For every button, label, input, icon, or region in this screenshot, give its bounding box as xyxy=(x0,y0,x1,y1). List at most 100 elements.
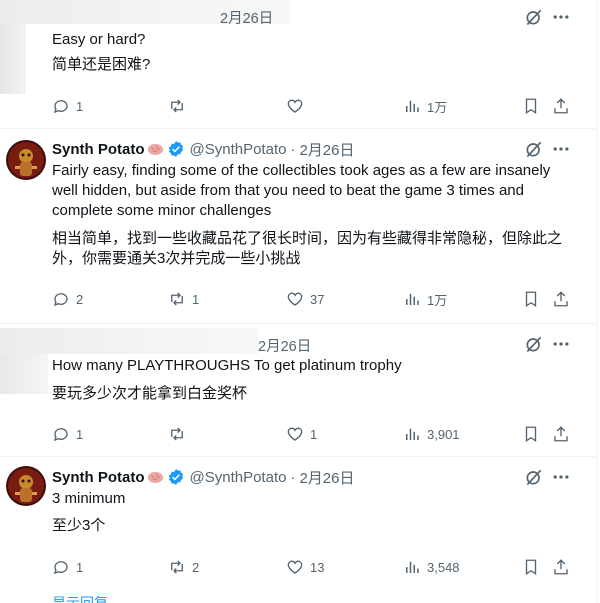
like-count: 1 xyxy=(310,426,318,442)
separator: · xyxy=(290,140,296,158)
post-actions: 1 1 3,901 xyxy=(50,424,575,444)
brain-emoji-icon xyxy=(147,471,163,483)
retweet-count: 2 xyxy=(192,559,200,575)
bookmark-icon xyxy=(525,98,537,115)
grok-slash-icon[interactable] xyxy=(524,139,544,159)
post-text-zh: 要玩多少次才能拿到白金奖杯 xyxy=(52,385,248,402)
avatar-image xyxy=(6,466,46,506)
share-icon xyxy=(554,559,568,575)
retweet-button[interactable] xyxy=(168,96,192,116)
retweet-icon xyxy=(171,560,183,574)
bookmark-button[interactable] xyxy=(522,557,540,577)
views-icon xyxy=(406,100,419,112)
retweet-count: 1 xyxy=(192,291,200,307)
avatar-image xyxy=(6,140,46,180)
verified-icon[interactable] xyxy=(167,140,185,158)
avatar[interactable] xyxy=(6,466,46,506)
retweet-icon xyxy=(171,99,183,113)
post-text-zh: 简单还是困难? xyxy=(52,56,151,73)
separator: · xyxy=(290,468,296,486)
reply-icon xyxy=(53,293,68,307)
share-icon xyxy=(554,426,568,442)
more-icon[interactable] xyxy=(551,139,571,159)
like-button[interactable] xyxy=(286,96,310,116)
bookmark-button[interactable] xyxy=(522,424,540,444)
reply-icon xyxy=(53,428,68,442)
post-text-en: Fairly easy, finding some of the collect… xyxy=(52,162,551,219)
grok-slash-icon[interactable] xyxy=(524,334,544,354)
share-button[interactable] xyxy=(552,289,570,309)
post-divider xyxy=(0,128,596,129)
author-handle[interactable]: @SynthPotato xyxy=(190,141,287,158)
like-button[interactable]: 13 xyxy=(286,557,324,577)
views-button[interactable]: 3,901 xyxy=(403,424,460,444)
post-date[interactable]: 2月26日 xyxy=(299,467,354,488)
post-divider xyxy=(0,456,596,457)
reply-button[interactable]: 1 xyxy=(52,424,83,444)
column-border xyxy=(597,0,598,603)
share-button[interactable] xyxy=(552,96,570,116)
grok-slash-icon[interactable] xyxy=(524,467,544,487)
reply-count: 1 xyxy=(76,559,84,575)
post-date[interactable]: 2月26日 xyxy=(220,7,273,28)
grok-slash-icon[interactable] xyxy=(524,7,544,27)
post-actions: 2 1 37 1万 xyxy=(50,289,575,309)
post-text-en: How many PLAYTHROUGHS To get platinum tr… xyxy=(52,357,402,374)
views-count: 3,901 xyxy=(427,426,460,442)
post-header: Synth Potato @SynthPotato · 2月26日 xyxy=(52,139,354,159)
post-text-zh: 相当简单，找到一些收藏品花了很长时间，因为有些藏得非常隐秘，但除此之外，你需要通… xyxy=(52,230,563,267)
bookmark-button[interactable] xyxy=(522,96,540,116)
bookmark-button[interactable] xyxy=(522,289,540,309)
views-icon xyxy=(406,561,419,573)
more-icon[interactable] xyxy=(551,334,571,354)
heart-icon xyxy=(287,560,303,574)
bookmark-icon xyxy=(525,559,537,576)
more-icon[interactable] xyxy=(551,467,571,487)
heart-icon xyxy=(287,427,303,441)
views-icon xyxy=(406,428,419,440)
like-button[interactable]: 1 xyxy=(286,424,317,444)
post-text-en: Easy or hard? xyxy=(52,31,146,48)
reply-button[interactable]: 1 xyxy=(52,96,83,116)
author-handle[interactable]: @SynthPotato xyxy=(190,469,287,486)
author-name[interactable]: Synth Potato xyxy=(52,141,145,158)
avatar[interactable] xyxy=(6,140,46,180)
views-button[interactable]: 1万 xyxy=(403,289,447,309)
brain-emoji-icon xyxy=(147,143,163,155)
author-name[interactable]: Synth Potato xyxy=(52,469,145,486)
reply-button[interactable]: 1 xyxy=(52,557,83,577)
retweet-button[interactable]: 1 xyxy=(168,289,199,309)
post-actions: 1 1万 xyxy=(50,96,575,116)
verified-icon[interactable] xyxy=(167,468,185,486)
like-count: 13 xyxy=(310,559,325,575)
views-icon xyxy=(406,293,419,305)
post-date[interactable]: 2月26日 xyxy=(258,335,311,356)
views-count: 1万 xyxy=(427,99,448,115)
more-icon[interactable] xyxy=(551,7,571,27)
reply-count: 1 xyxy=(76,98,84,114)
reply-icon xyxy=(53,100,68,114)
share-button[interactable] xyxy=(552,424,570,444)
reply-count: 2 xyxy=(76,291,84,307)
views-button[interactable]: 3,548 xyxy=(403,557,460,577)
views-button[interactable]: 1万 xyxy=(403,96,447,116)
blurred-avatar xyxy=(0,354,48,394)
reply-button[interactable]: 2 xyxy=(52,289,83,309)
heart-icon xyxy=(287,99,303,113)
share-button[interactable] xyxy=(552,557,570,577)
post-text-zh: 至少3个 xyxy=(52,517,106,534)
share-icon xyxy=(554,291,568,307)
retweet-button[interactable]: 2 xyxy=(168,557,199,577)
post-date[interactable]: 2月26日 xyxy=(299,139,354,160)
post-header: Synth Potato @SynthPotato · 2月26日 xyxy=(52,467,354,487)
bookmark-icon xyxy=(525,426,537,443)
show-replies-link[interactable]: 显示回复 xyxy=(52,596,108,603)
reply-count: 1 xyxy=(76,426,84,442)
heart-icon xyxy=(287,292,303,306)
views-count: 1万 xyxy=(427,292,448,308)
like-button[interactable]: 37 xyxy=(286,289,324,309)
reply-icon xyxy=(53,561,68,575)
retweet-button[interactable] xyxy=(168,424,192,444)
share-icon xyxy=(554,98,568,114)
post-actions: 1 2 13 3,548 xyxy=(50,557,575,577)
